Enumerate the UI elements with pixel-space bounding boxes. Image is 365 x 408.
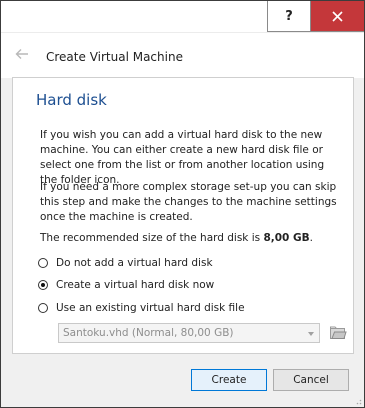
page-title: Hard disk [36,91,107,109]
close-icon [332,10,343,22]
recommended-size-prefix: The recommended size of the hard disk is [40,232,264,244]
dialog-window: ? Create Virtual Machine Hard disk If yo… [0,0,365,408]
option-existing-disk-label: Use an existing virtual hard disk file [56,302,245,314]
radio-create-disk[interactable] [38,280,48,290]
create-button[interactable]: Create [191,369,267,391]
resize-grip-icon[interactable] [354,397,362,405]
wizard-page: Hard disk If you wish you can add a virt… [12,77,354,354]
option-no-disk[interactable]: Do not add a virtual hard disk [38,256,213,270]
close-button[interactable] [311,1,364,32]
existing-disk-select[interactable]: Santoku.vhd (Normal, 80,00 GB) [58,323,320,343]
folder-icon[interactable] [329,324,347,342]
recommended-size-suffix: . [309,232,313,244]
wizard-header: Create Virtual Machine [1,32,364,78]
title-bar: ? [1,1,364,32]
option-create-disk[interactable]: Create a virtual hard disk now [38,278,214,292]
chevron-down-icon [308,332,314,336]
radio-no-disk[interactable] [38,258,48,268]
option-no-disk-label: Do not add a virtual hard disk [56,257,213,269]
back-arrow-icon[interactable] [15,47,29,61]
wizard-title: Create Virtual Machine [46,50,183,64]
advanced-paragraph: If you need a more complex storage set-u… [40,181,337,223]
recommended-size-text: The recommended size of the hard disk is… [40,231,340,246]
help-button[interactable]: ? [267,1,311,32]
radio-existing-disk[interactable] [38,303,48,313]
intro-paragraph: If you wish you can add a virtual hard d… [40,129,325,186]
option-create-disk-label: Create a virtual hard disk now [56,279,215,291]
recommended-size-value: 8,00 GB [263,232,310,244]
cancel-button[interactable]: Cancel [273,369,349,391]
existing-disk-value: Santoku.vhd (Normal, 80,00 GB) [63,327,234,339]
option-existing-disk[interactable]: Use an existing virtual hard disk file [38,301,245,315]
